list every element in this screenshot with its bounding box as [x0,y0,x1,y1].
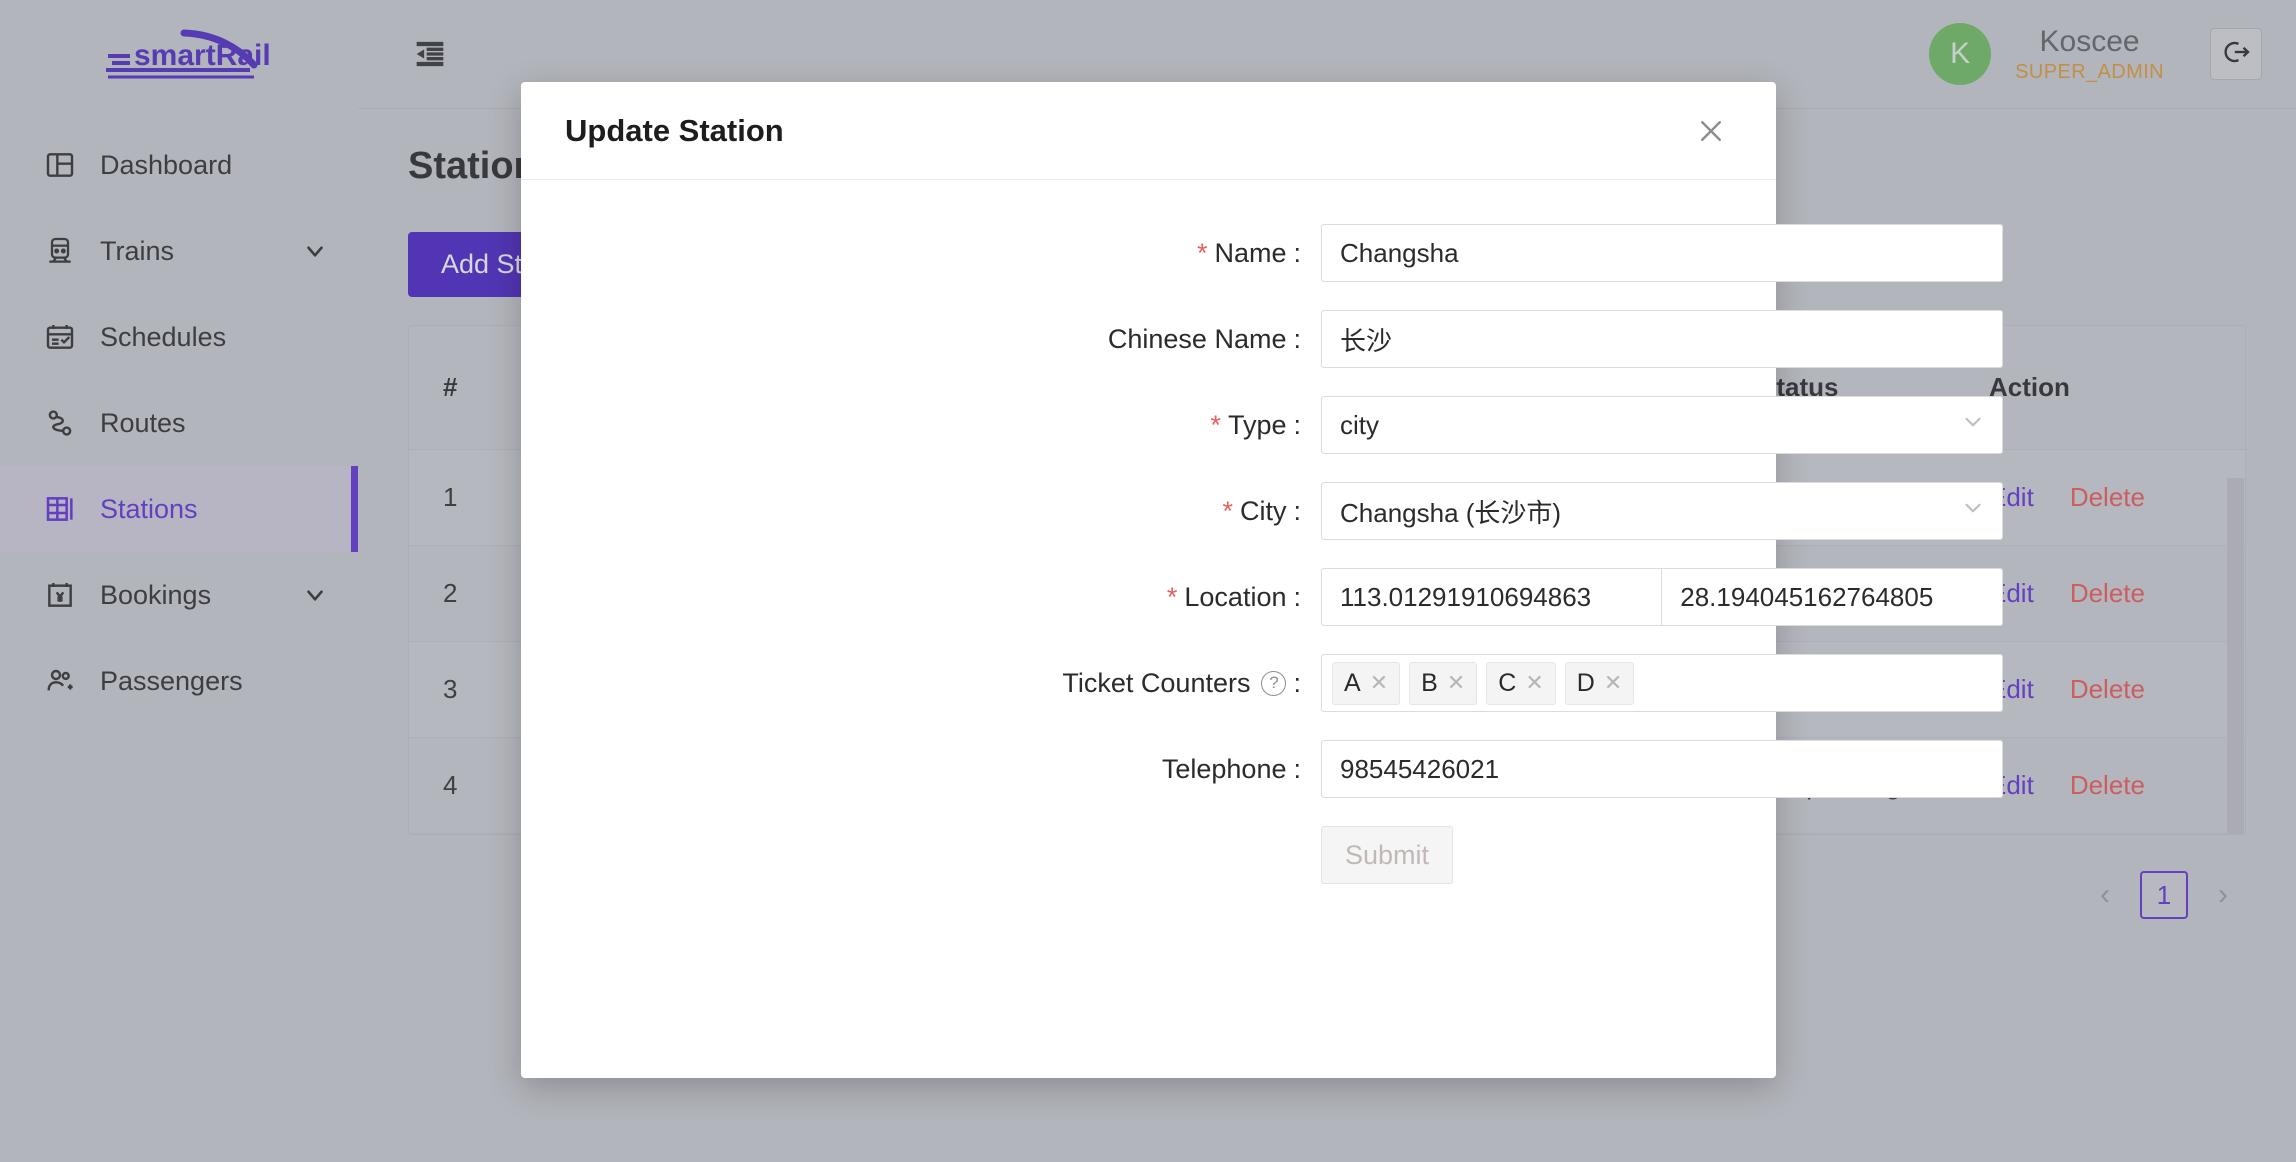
required-asterisk-icon: * [1222,498,1233,525]
tag-label: C [1498,669,1516,698]
field-row-location: * Location: [521,568,1776,626]
label-ticket-counters: Ticket Counters ?: [521,668,1321,699]
modal-body: * Name: Chinese Name: * [521,180,1776,1078]
label-text: Name [1214,238,1286,269]
label-location: * Location: [521,582,1321,613]
label-text: Location [1184,582,1286,613]
ticket-counters-field[interactable]: A ✕ B ✕ C ✕ D ✕ [1321,654,2003,712]
tag-item: B ✕ [1409,662,1477,705]
label-text: Chinese Name [1108,324,1287,355]
telephone-input[interactable] [1321,740,2003,798]
label-name: * Name: [521,238,1321,269]
label-text: Telephone [1162,754,1287,785]
field-row-city: * City: Changsha (长沙市) [521,482,1776,540]
tag-item: A ✕ [1332,662,1400,705]
required-asterisk-icon: * [1167,584,1178,611]
update-station-modal: Update Station * Name: [521,82,1776,1078]
field-row-name: * Name: [521,224,1776,282]
label-text: Ticket Counters [1062,668,1250,699]
label-telephone: Telephone: [521,754,1321,785]
tag-label: A [1344,669,1361,698]
close-icon[interactable] [1688,108,1734,154]
submit-button[interactable]: Submit [1321,826,1453,884]
tag-item: C ✕ [1486,662,1556,705]
city-select[interactable]: Changsha (长沙市) [1321,482,2003,540]
tag-remove-icon[interactable]: ✕ [1525,670,1543,696]
latitude-input[interactable] [1662,568,2003,626]
label-chinese-name: Chinese Name: [521,324,1321,355]
chevron-down-icon [1960,409,1986,442]
chinese-name-input[interactable] [1321,310,2003,368]
tag-item: D ✕ [1565,662,1635,705]
name-input[interactable] [1321,224,2003,282]
field-row-type: * Type: city [521,396,1776,454]
label-type: * Type: [521,410,1321,441]
type-select-value: city [1340,410,1379,441]
tag-label: B [1421,669,1438,698]
longitude-input[interactable] [1321,568,1662,626]
type-select[interactable]: city [1321,396,2003,454]
tag-remove-icon[interactable]: ✕ [1604,670,1622,696]
label-text: City [1240,496,1287,527]
required-asterisk-icon: * [1210,412,1221,439]
field-row-chinese-name: Chinese Name: [521,310,1776,368]
tag-remove-icon[interactable]: ✕ [1447,670,1465,696]
label-city: * City: [521,496,1321,527]
modal-title: Update Station [565,113,784,149]
app-root: smartRails Dashboard [0,0,2296,1162]
tag-remove-icon[interactable]: ✕ [1370,670,1388,696]
required-asterisk-icon: * [1197,240,1208,267]
modal-header: Update Station [521,82,1776,180]
chevron-down-icon [1960,495,1986,528]
city-select-value: Changsha (长沙市) [1340,493,1561,530]
field-row-ticket-counters: Ticket Counters ?: A ✕ B ✕ [521,654,1776,712]
question-circle-icon[interactable]: ? [1261,671,1286,696]
field-row-telephone: Telephone: [521,740,1776,798]
field-row-submit: Submit [521,826,1776,884]
tag-label: D [1577,669,1595,698]
label-text: Type [1228,410,1287,441]
